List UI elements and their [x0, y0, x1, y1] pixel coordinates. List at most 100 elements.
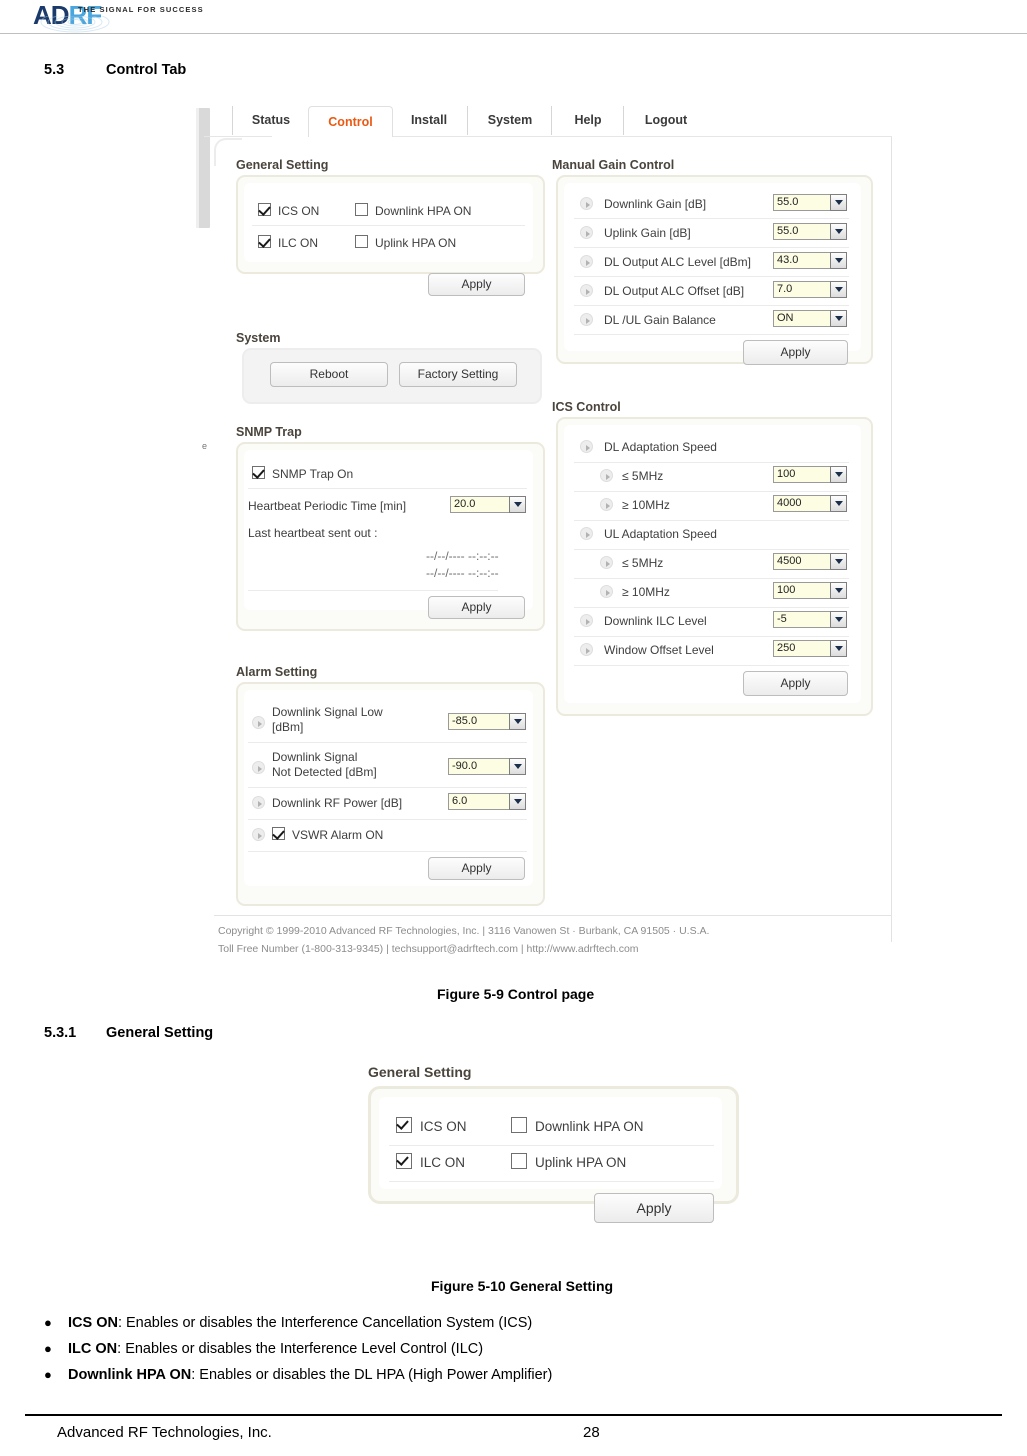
figure510-apply-button[interactable]: Apply [594, 1193, 714, 1223]
dropdown-dl-ul-gain-balance[interactable]: ON [773, 310, 847, 327]
chevron-down-icon[interactable] [830, 611, 847, 628]
figure-59-caption: Figure 5-9 Control page [437, 986, 595, 1002]
divider [252, 225, 525, 226]
divider [389, 1145, 714, 1146]
alarm-setting-title: Alarm Setting [236, 665, 318, 679]
chevron-down-icon[interactable] [509, 793, 526, 810]
dropdown-ul-le-5mhz[interactable]: 4500 [773, 553, 847, 570]
dropdown-dl-ge-10mhz[interactable]: 4000 [773, 495, 847, 512]
bullet-icon: ● [44, 1315, 52, 1330]
chevron-down-icon[interactable] [830, 553, 847, 570]
expander-icon-downlink-ilc-level[interactable] [580, 614, 593, 627]
chevron-down-icon[interactable] [830, 495, 847, 512]
dropdown-downlink-signal-low[interactable]: -85.0 [448, 713, 526, 730]
list-item-text: ILC ON: Enables or disables the Interfer… [68, 1336, 483, 1362]
expander-icon-dl-output-alc-offset[interactable] [580, 284, 593, 297]
section-title: Control Tab [106, 62, 187, 78]
checkbox-ics-on[interactable] [258, 203, 271, 216]
expander-icon-dl-output-alc-level[interactable] [580, 255, 593, 268]
chevron-down-icon[interactable] [830, 466, 847, 483]
label-uplink-hpa-on: Uplink HPA ON [375, 236, 457, 250]
tab-system[interactable]: System [467, 106, 552, 135]
chevron-down-icon[interactable] [830, 582, 847, 599]
divider [248, 819, 527, 820]
section-heading: 5.3 Control Tab [44, 62, 186, 78]
alarm-setting-apply-button[interactable]: Apply [428, 857, 525, 880]
label-downlink-signal-not-detected: Downlink Signal Not Detected [dBm] [272, 750, 377, 780]
tab-install[interactable]: Install [391, 106, 467, 135]
dropdown-heartbeat-periodic-time[interactable]: 20.0 [450, 496, 526, 513]
chevron-down-icon[interactable] [830, 223, 847, 240]
expander-icon-downlink-gain[interactable] [580, 197, 593, 210]
checkbox-uplink-hpa-on[interactable] [355, 235, 368, 248]
divider [574, 462, 849, 463]
figure510-checkbox-downlink-hpa-on[interactable] [511, 1117, 527, 1133]
figure510-title: General Setting [368, 1064, 472, 1080]
web-footer-divider [214, 915, 892, 916]
label-line1: Downlink Signal [272, 750, 358, 764]
expander-icon-uplink-gain[interactable] [580, 226, 593, 239]
divider [574, 578, 849, 579]
checkbox-ilc-on[interactable] [258, 235, 271, 248]
expander-icon-ul-adaptation-speed[interactable] [580, 527, 593, 540]
chevron-down-icon[interactable] [830, 281, 847, 298]
label-downlink-gain: Downlink Gain [dB] [604, 197, 707, 211]
figure510-inner [379, 1097, 722, 1189]
dropdown-ul-ge-10mhz[interactable]: 100 [773, 582, 847, 599]
dropdown-downlink-ilc-level[interactable]: -5 [773, 611, 847, 628]
main-tabbar: Status Control Install System Help Logou… [232, 106, 892, 137]
expander-icon-ul-le-5mhz[interactable] [600, 556, 613, 569]
figure510-checkbox-ilc-on[interactable] [396, 1153, 412, 1169]
checkbox-vswr-alarm-on[interactable] [272, 827, 285, 840]
dropdown-value: -90.0 [448, 758, 509, 775]
expander-icon-window-offset-level[interactable] [580, 643, 593, 656]
dropdown-downlink-rf-power[interactable]: 6.0 [448, 793, 526, 810]
expander-icon-vswr-alarm[interactable] [252, 828, 265, 841]
dropdown-dl-output-alc-offset[interactable]: 7.0 [773, 281, 847, 298]
expander-icon-dl-le-5mhz[interactable] [600, 469, 613, 482]
dropdown-uplink-gain[interactable]: 55.0 [773, 223, 847, 240]
web-footer-line1: Copyright © 1999-2010 Advanced RF Techno… [218, 925, 710, 937]
logo-swirl-icon [40, 16, 110, 33]
dropdown-downlink-gain[interactable]: 55.0 [773, 194, 847, 211]
factory-setting-button[interactable]: Factory Setting [399, 362, 517, 387]
reboot-button[interactable]: Reboot [270, 362, 388, 387]
tab-control[interactable]: Control [308, 106, 393, 137]
checkbox-downlink-hpa-on[interactable] [355, 203, 368, 216]
tab-status[interactable]: Status [232, 106, 309, 135]
chevron-down-icon[interactable] [830, 310, 847, 327]
figure510-checkbox-ics-on[interactable] [396, 1117, 412, 1133]
figure510-checkbox-uplink-hpa-on[interactable] [511, 1153, 527, 1169]
tab-logout[interactable]: Logout [623, 106, 708, 135]
divider [574, 549, 849, 550]
checkbox-snmp-trap-on[interactable] [252, 466, 265, 479]
chevron-down-icon[interactable] [830, 640, 847, 657]
expander-icon-dl-ge-10mhz[interactable] [600, 498, 613, 511]
chevron-down-icon[interactable] [509, 496, 526, 513]
expander-icon-downlink-rf-power[interactable] [252, 796, 265, 809]
label-ics-on: ICS ON [278, 204, 320, 218]
chevron-down-icon[interactable] [509, 713, 526, 730]
label-dl-output-alc-level: DL Output ALC Level [dBm] [604, 255, 751, 269]
divider [248, 742, 527, 743]
ics-control-apply-button[interactable]: Apply [743, 671, 848, 696]
tab-help[interactable]: Help [551, 106, 624, 135]
chevron-down-icon[interactable] [830, 194, 847, 211]
dropdown-window-offset-level[interactable]: 250 [773, 640, 847, 657]
expander-icon-downlink-signal-not-detected[interactable] [252, 761, 265, 774]
bullet-icon: ● [44, 1367, 52, 1382]
dropdown-downlink-signal-not-detected[interactable]: -90.0 [448, 758, 526, 775]
expander-icon-dl-adaptation-speed[interactable] [580, 440, 593, 453]
chevron-down-icon[interactable] [830, 252, 847, 269]
expander-icon-dl-ul-gain-balance[interactable] [580, 313, 593, 326]
snmp-trap-apply-button[interactable]: Apply [428, 596, 525, 619]
dropdown-dl-output-alc-level[interactable]: 43.0 [773, 252, 847, 269]
expander-icon-ul-ge-10mhz[interactable] [600, 585, 613, 598]
dropdown-dl-le-5mhz[interactable]: 100 [773, 466, 847, 483]
manual-gain-control-apply-button[interactable]: Apply [743, 340, 848, 365]
system-panel: Reboot Factory Setting [242, 348, 542, 404]
chevron-down-icon[interactable] [509, 758, 526, 775]
expander-icon-downlink-signal-low[interactable] [252, 716, 265, 729]
label-ilc-on: ILC ON [278, 236, 319, 250]
general-setting-apply-button[interactable]: Apply [428, 273, 525, 296]
